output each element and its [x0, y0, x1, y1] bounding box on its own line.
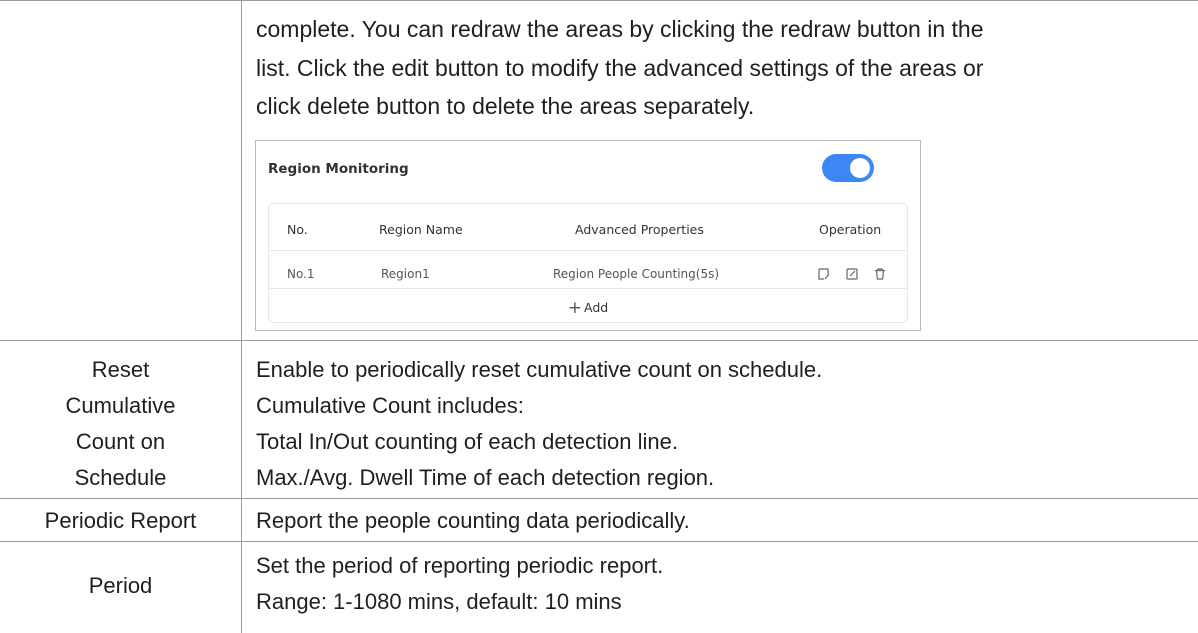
cell-no: No.1 [287, 267, 315, 281]
table-row-divider [0, 340, 1198, 341]
cell-advanced-properties: Region People Counting(5s) [553, 267, 720, 281]
desc-line: Cumulative Count includes: [256, 393, 524, 418]
paragraph-line: complete. You can redraw the areas by cl… [256, 16, 984, 42]
toggle-knob [850, 158, 870, 178]
label-line: Count on [75, 429, 166, 454]
desc-line: Enable to periodically reset cumulative … [256, 357, 823, 382]
desc-line: Range: 1-1080 mins, default: 10 mins [256, 589, 622, 614]
delete-icon[interactable] [873, 267, 887, 281]
cell-region-name: Region1 [381, 267, 430, 281]
table-border-top [0, 0, 1198, 1]
panel-title: Region Monitoring [268, 161, 409, 177]
add-region-button[interactable]: + Add [269, 298, 907, 318]
row-desc-reset-cumulative: Enable to periodically reset cumulative … [256, 352, 822, 496]
desc-line: Report the people counting data periodic… [256, 508, 690, 533]
paragraph-line: click delete button to delete the areas … [256, 93, 755, 119]
description-paragraph: complete. You can redraw the areas by cl… [256, 10, 1186, 126]
column-header-advanced-properties: Advanced Properties [575, 222, 704, 237]
column-header-no: No. [287, 222, 308, 237]
redraw-icon[interactable] [817, 267, 831, 281]
label-line: Period [88, 573, 153, 598]
row-desc-periodic-report: Report the people counting data periodic… [256, 506, 690, 536]
operation-icons [817, 263, 896, 281]
desc-line: Max./Avg. Dwell Time of each detection r… [256, 465, 715, 490]
desc-line: Set the period of reporting periodic rep… [256, 553, 664, 578]
paragraph-line: list. Click the edit button to modify th… [256, 54, 984, 81]
label-line: Reset [91, 357, 150, 382]
row-label-periodic-report: Periodic Report [0, 506, 241, 536]
row-label-period: Period [0, 568, 241, 604]
label-line: Periodic Report [44, 508, 197, 533]
row-desc-period: Set the period of reporting periodic rep… [256, 548, 663, 620]
label-line: Cumulative [65, 393, 176, 418]
header-divider [269, 250, 907, 251]
column-header-region-name: Region Name [379, 222, 463, 237]
plus-icon: + [567, 298, 583, 318]
row-label-reset-cumulative: Reset Cumulative Count on Schedule [0, 352, 241, 496]
region-monitoring-panel: Region Monitoring No. Region Name Advanc… [255, 140, 921, 331]
table-column-divider [241, 0, 242, 633]
table-row-divider [0, 541, 1198, 542]
table-row-divider [0, 498, 1198, 499]
region-monitoring-toggle[interactable] [822, 154, 874, 182]
edit-icon[interactable] [845, 267, 859, 281]
column-header-operation: Operation [819, 222, 882, 237]
row-divider [269, 288, 907, 289]
add-label: Add [584, 300, 609, 315]
desc-line: Total In/Out counting of each detection … [256, 429, 678, 454]
region-table: No. Region Name Advanced Properties Oper… [268, 203, 908, 323]
label-line: Schedule [74, 465, 167, 490]
